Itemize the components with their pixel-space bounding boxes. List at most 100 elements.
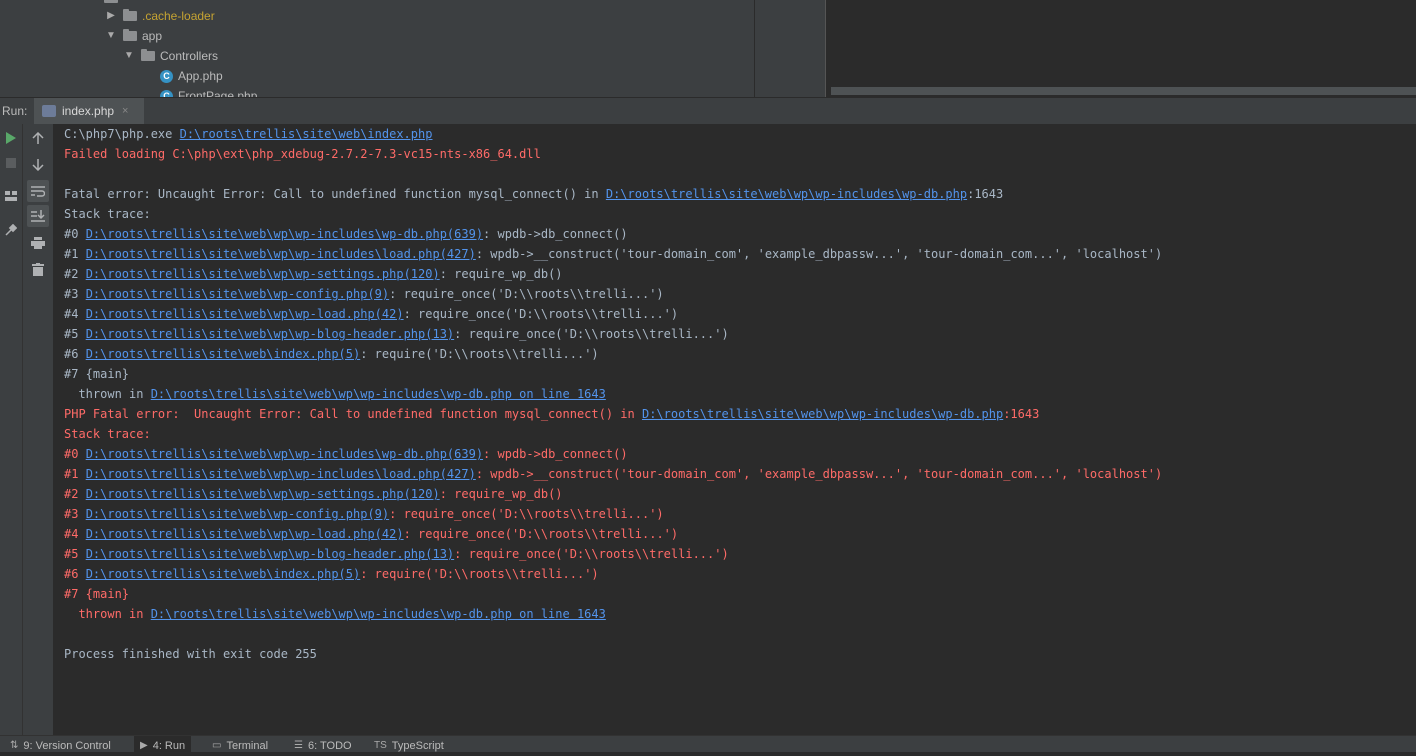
file-link[interactable]: D:\roots\trellis\site\web\wp\wp-includes… — [86, 227, 483, 241]
file-link[interactable]: D:\roots\trellis\site\web\wp\wp-includes… — [606, 187, 967, 201]
arrow-down-icon — [32, 159, 44, 171]
stop-button[interactable] — [0, 152, 22, 174]
console-text: #4 — [64, 307, 86, 321]
console-text: : require_wp_db() — [439, 267, 563, 281]
file-link[interactable]: D:\roots\trellis\site\web\index.php(5) — [86, 567, 361, 581]
tab-run[interactable]: ▶ 4: Run — [134, 736, 192, 752]
console-text: #2 — [64, 487, 86, 501]
tab-terminal[interactable]: ▭ Terminal — [206, 736, 274, 752]
file-link[interactable]: D:\roots\trellis\site\web\index.php — [180, 127, 433, 141]
tab-todo[interactable]: ☰ 6: TODO — [288, 736, 358, 752]
console-line: #7 {main} — [64, 364, 129, 384]
soft-wrap-button[interactable] — [27, 180, 49, 202]
tree-item-controllers[interactable]: ▼ Controllers — [122, 46, 218, 66]
file-link[interactable]: D:\roots\trellis\site\web\wp\wp-includes… — [86, 247, 476, 261]
console-line: #2 D:\roots\trellis\site\web\wp\wp-setti… — [64, 264, 563, 284]
console-output[interactable]: C:\php7\php.exe D:\roots\trellis\site\we… — [54, 124, 1416, 735]
file-link[interactable]: D:\roots\trellis\site\web\wp\wp-includes… — [86, 447, 483, 461]
file-link[interactable]: D:\roots\trellis\site\web\wp\wp-includes… — [86, 467, 476, 481]
php-class-icon: C — [160, 89, 173, 97]
file-link[interactable]: D:\roots\trellis\site\web\wp\wp-load.php… — [86, 307, 404, 321]
tab-typescript[interactable]: TS TypeScript — [368, 736, 450, 752]
collapse-arrow-icon[interactable]: ▼ — [104, 26, 118, 46]
tree-item-app[interactable]: ▼ app — [104, 26, 162, 46]
file-link[interactable]: D:\roots\trellis\site\web\wp\wp-settings… — [86, 487, 440, 501]
console-text: #0 — [64, 447, 86, 461]
console-text: : require_once('D:\\roots\\trelli...') — [389, 507, 664, 521]
console-text: : wpdb->__construct('tour-domain_com', '… — [475, 247, 1163, 261]
console-text: #0 — [64, 227, 86, 241]
tab-version-control[interactable]: ⇅ 9: Version Control — [4, 736, 117, 752]
tree-item-label: FrontPage.php — [178, 89, 258, 97]
editor-area — [826, 0, 1416, 97]
rerun-button[interactable] — [0, 127, 22, 149]
console-text: #7 {main} — [64, 587, 130, 601]
tool-window-bar: ⇅ 9: Version Control ▶ 4: Run ▭ Terminal… — [0, 735, 1416, 752]
todo-icon: ☰ — [294, 740, 303, 751]
console-text: #4 — [64, 527, 86, 541]
console-text: Stack trace: — [64, 427, 151, 441]
file-link[interactable]: D:\roots\trellis\site\web\wp\wp-blog-hea… — [86, 547, 454, 561]
run-panel-header: Run: index.php × — [0, 97, 1416, 125]
console-line: #1 D:\roots\trellis\site\web\wp\wp-inclu… — [64, 464, 1162, 484]
console-text: Process finished with exit code 255 — [64, 647, 317, 661]
console-text: : require_once('D:\\roots\\trelli...') — [403, 307, 679, 321]
collapse-arrow-icon[interactable]: ▼ — [122, 46, 136, 66]
console-line: #1 D:\roots\trellis\site\web\wp\wp-inclu… — [64, 244, 1162, 264]
scroll-up-button[interactable] — [27, 127, 49, 149]
file-link[interactable]: D:\roots\trellis\site\web\wp\wp-blog-hea… — [86, 327, 454, 341]
scroll-to-end-button[interactable] — [27, 205, 49, 227]
print-button[interactable] — [27, 232, 49, 254]
pin-tab-button[interactable] — [0, 219, 22, 241]
terminal-icon: ▭ — [212, 740, 222, 751]
tree-item-label: app — [142, 29, 163, 43]
file-link[interactable]: D:\roots\trellis\site\web\wp\wp-includes… — [151, 607, 606, 621]
file-link[interactable]: D:\roots\trellis\site\web\wp\wp-settings… — [86, 267, 440, 281]
console-text: thrown in — [64, 387, 151, 401]
console-text: #1 — [64, 247, 86, 261]
file-link[interactable]: D:\roots\trellis\site\web\wp\wp-includes… — [151, 387, 606, 401]
console-text: #6 — [64, 567, 86, 581]
console-text: #5 — [64, 547, 86, 561]
console-text: : require_once('D:\\roots\\trelli...') — [389, 287, 664, 301]
file-link[interactable]: D:\roots\trellis\site\web\wp\wp-includes… — [642, 407, 1003, 421]
play-icon — [6, 132, 16, 144]
editor-horizontal-scrollbar[interactable] — [831, 87, 1416, 95]
scroll-down-button[interactable] — [27, 154, 49, 176]
console-line: #3 D:\roots\trellis\site\web\wp-config.p… — [64, 504, 664, 524]
console-line: #6 D:\roots\trellis\site\web\index.php(5… — [64, 564, 599, 584]
tree-item-label: .cache-loader — [142, 9, 215, 23]
typescript-icon: TS — [374, 740, 387, 751]
tree-item-label: Controllers — [160, 49, 219, 63]
console-text: Stack trace: — [64, 207, 151, 221]
tree-item-cache-loader[interactable]: ▶ .cache-loader — [104, 6, 215, 26]
stop-icon — [6, 158, 16, 168]
file-link[interactable]: D:\roots\trellis\site\web\wp\wp-load.php… — [86, 527, 404, 541]
tree-item-frontpage-php[interactable]: C FrontPage.php — [160, 86, 257, 97]
expand-arrow-icon[interactable]: ▶ — [104, 6, 118, 26]
console-text: #3 — [64, 287, 86, 301]
console-line: Stack trace: — [64, 204, 151, 224]
file-link[interactable]: D:\roots\trellis\site\web\wp-config.php(… — [86, 507, 389, 521]
console-line: thrown in D:\roots\trellis\site\web\wp\w… — [64, 384, 606, 404]
structure-pane — [755, 0, 826, 97]
clear-all-button[interactable] — [27, 258, 49, 280]
run-label: Run: — [2, 104, 28, 118]
close-icon[interactable]: × — [122, 105, 128, 117]
run-tab-label: index.php — [62, 104, 115, 118]
console-line: C:\php7\php.exe D:\roots\trellis\site\we… — [64, 124, 432, 144]
console-text: #2 — [64, 267, 86, 281]
tree-item-app-php[interactable]: C App.php — [160, 66, 223, 86]
file-link[interactable]: D:\roots\trellis\site\web\wp-config.php(… — [86, 287, 389, 301]
console-line: #0 D:\roots\trellis\site\web\wp\wp-inclu… — [64, 444, 628, 464]
console-line: #4 D:\roots\trellis\site\web\wp\wp-load.… — [64, 304, 678, 324]
file-link[interactable]: D:\roots\trellis\site\web\index.php(5) — [86, 347, 361, 361]
console-text: : require_once('D:\\roots\\trelli...') — [403, 527, 679, 541]
console-text: : require_once('D:\\roots\\trelli...') — [454, 547, 729, 561]
console-line: Failed loading C:\php\ext\php_xdebug-2.7… — [64, 144, 541, 164]
run-tab-index-php[interactable]: index.php × — [34, 98, 144, 124]
run-icon: ▶ — [140, 740, 148, 751]
console-line: #0 D:\roots\trellis\site\web\wp\wp-inclu… — [64, 224, 628, 244]
console-text: : require('D:\\roots\\trelli...') — [360, 567, 599, 581]
layout-button[interactable] — [0, 185, 22, 207]
